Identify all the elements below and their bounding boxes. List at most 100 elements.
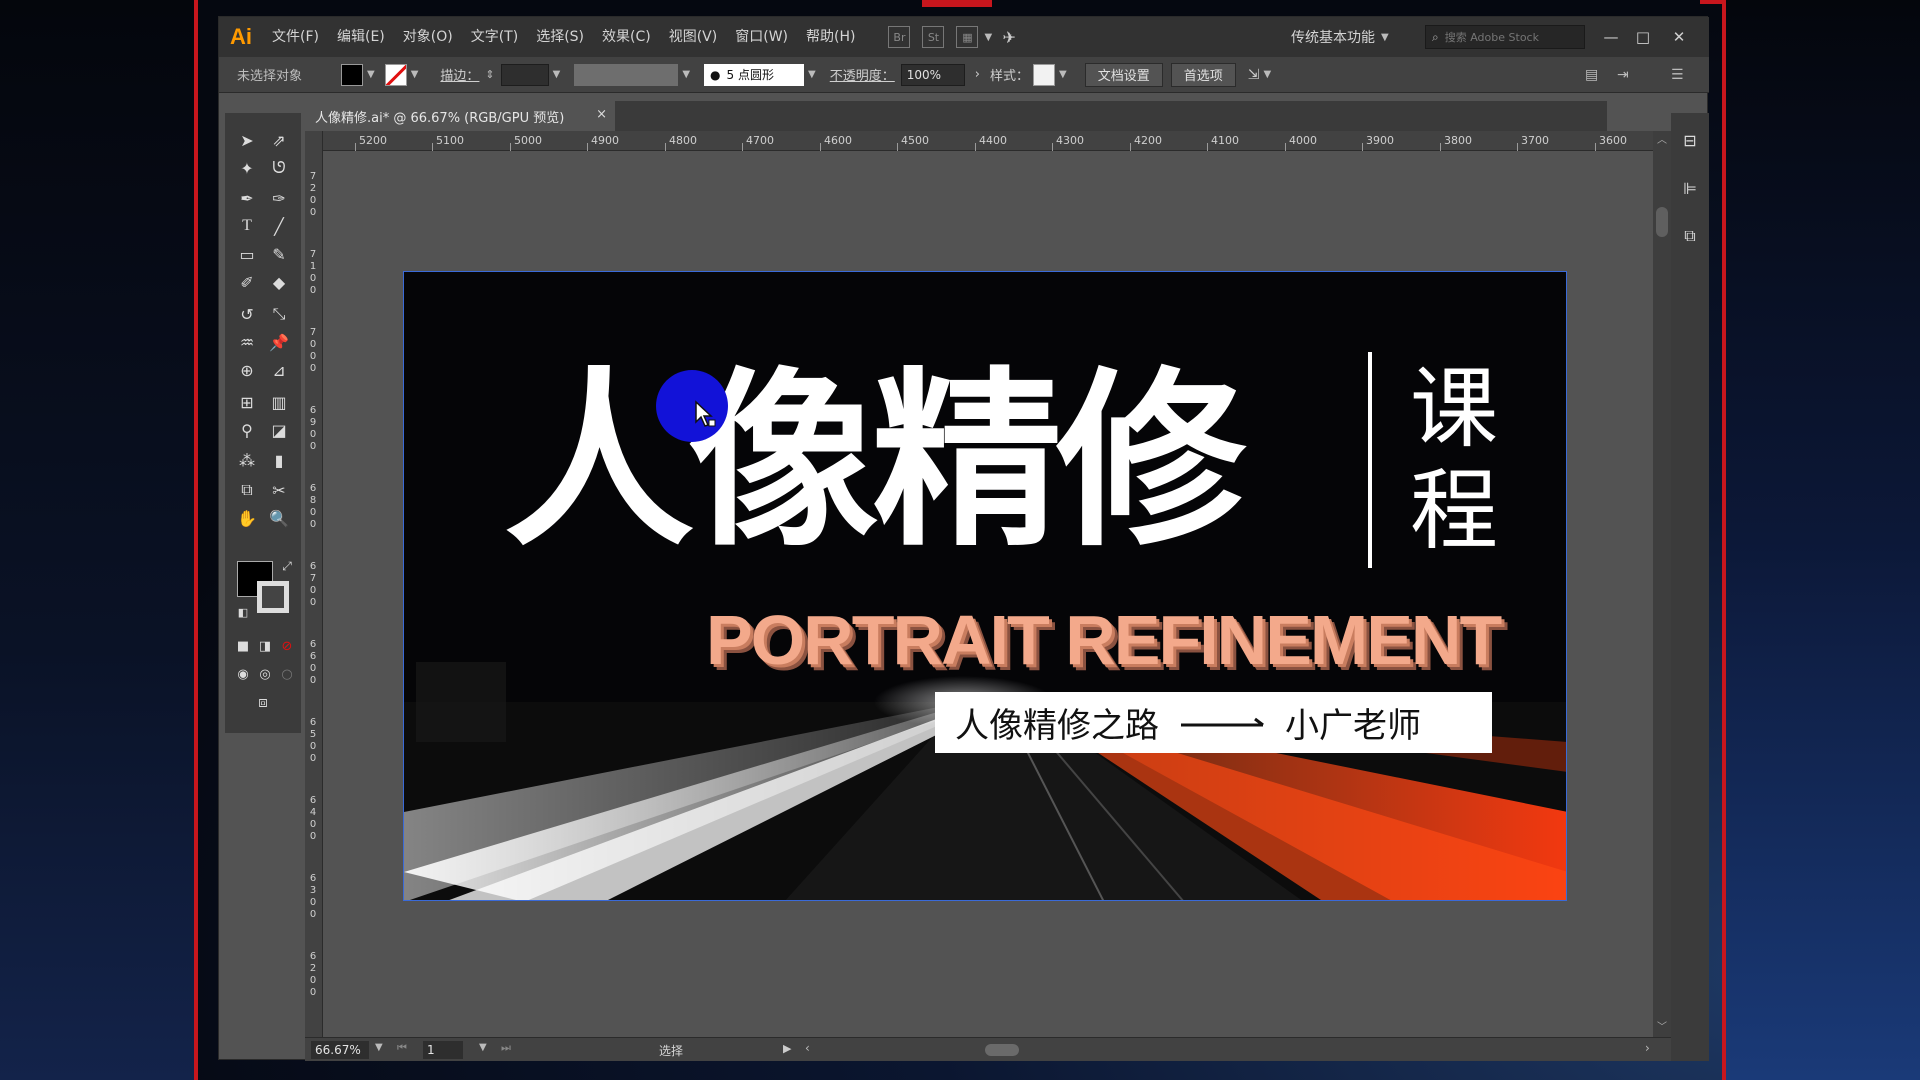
- artboard[interactable]: 人像精修 课 程 PORTRAIT REFINEMENT 人像精修之路 小广老师: [403, 271, 1567, 901]
- opacity-label[interactable]: 不透明度：: [830, 65, 895, 84]
- menu-type[interactable]: 文字(T): [462, 17, 527, 57]
- warp-tool-icon[interactable]: ♒: [233, 329, 261, 355]
- stock-search-box[interactable]: ⌕: [1425, 25, 1585, 49]
- zoom-tool-icon[interactable]: 🔍: [265, 505, 293, 531]
- stock-search-input[interactable]: [1444, 30, 1570, 44]
- scroll-up-icon[interactable]: ︿: [1657, 131, 1667, 146]
- rectangle-tool-icon[interactable]: ▭: [233, 241, 261, 267]
- screen-mode-icon[interactable]: ⧈: [249, 689, 277, 715]
- rotate-tool-icon[interactable]: ↺: [233, 301, 261, 327]
- panel-menu-icon[interactable]: ☰: [1671, 67, 1684, 83]
- opacity-field[interactable]: 100%: [900, 63, 965, 86]
- chevron-down-icon[interactable]: ▼: [1059, 69, 1067, 80]
- pen-tool-icon[interactable]: ✒: [233, 185, 261, 211]
- graphic-style-swatch[interactable]: [1032, 63, 1055, 86]
- distribute-icon[interactable]: ⇥: [1617, 67, 1629, 83]
- stroke-stepper-icon[interactable]: ⇕: [485, 68, 494, 81]
- transform-icon[interactable]: ⇲: [1248, 67, 1260, 83]
- draw-inside-icon[interactable]: ○: [273, 661, 301, 687]
- artwork-side-title[interactable]: 课 程: [1410, 358, 1520, 562]
- lasso-tool-icon[interactable]: ᘎ: [265, 155, 293, 181]
- workspace-switcher[interactable]: 传统基本功能 ▼: [1291, 17, 1389, 57]
- menu-help[interactable]: 帮助(H): [797, 17, 864, 57]
- gpu-performance-icon[interactable]: ✈: [998, 26, 1020, 48]
- eyedropper-tool-icon[interactable]: ⚲: [233, 417, 261, 443]
- scroll-right-icon[interactable]: ›: [1645, 1041, 1650, 1055]
- close-tab-icon[interactable]: ×: [596, 107, 607, 122]
- stroke-weight-field[interactable]: [500, 63, 549, 86]
- shape-builder-tool-icon[interactable]: ⊕: [233, 357, 261, 383]
- scale-tool-icon[interactable]: ⤡: [265, 301, 293, 327]
- swap-fill-stroke-icon[interactable]: ⤢: [273, 553, 301, 579]
- paintbrush-tool-icon[interactable]: ✎: [265, 241, 293, 267]
- perspective-grid-tool-icon[interactable]: ⊿: [265, 357, 293, 383]
- magic-wand-tool-icon[interactable]: ✦: [233, 155, 261, 181]
- artwork-main-title[interactable]: 人像精修: [504, 346, 1294, 576]
- close-window-button[interactable]: ✕: [1667, 25, 1691, 49]
- chevron-down-icon[interactable]: ▼: [984, 32, 992, 43]
- chevron-down-icon[interactable]: ▼: [553, 69, 561, 80]
- menu-view[interactable]: 视图(V): [660, 17, 727, 57]
- menu-window[interactable]: 窗口(W): [726, 17, 797, 57]
- eraser-tool-icon[interactable]: ◆: [265, 269, 293, 295]
- menu-edit[interactable]: 编辑(E): [328, 17, 394, 57]
- none-mode-icon[interactable]: ⊘: [273, 633, 301, 659]
- libraries-icon[interactable]: ⊟: [1676, 127, 1704, 153]
- slice-tool-icon[interactable]: ✂: [265, 477, 293, 503]
- chevron-down-icon[interactable]: ▼: [367, 69, 375, 80]
- variable-width-profile[interactable]: [574, 63, 679, 86]
- preferences-button[interactable]: 首选项: [1170, 62, 1236, 87]
- stroke-label[interactable]: 描边：: [440, 65, 479, 84]
- curvature-tool-icon[interactable]: ✑: [265, 185, 293, 211]
- stroke-color-box[interactable]: [257, 581, 289, 613]
- blend-tool-icon[interactable]: ◪: [265, 417, 293, 443]
- play-icon[interactable]: ▶: [783, 1042, 791, 1055]
- bridge-icon[interactable]: Br: [888, 26, 911, 48]
- artboard-tool-icon[interactable]: ⧉: [233, 477, 261, 503]
- document-setup-button[interactable]: 文档设置: [1084, 62, 1163, 87]
- hand-tool-icon[interactable]: ✋: [233, 505, 261, 531]
- current-tool-status[interactable]: 选择: [659, 1042, 683, 1059]
- maximize-button[interactable]: □: [1631, 25, 1655, 49]
- fill-swatch[interactable]: [341, 63, 363, 86]
- selection-tool-icon[interactable]: ➤: [233, 127, 261, 153]
- align-icon[interactable]: ▤: [1585, 67, 1598, 83]
- line-tool-icon[interactable]: ╱: [265, 213, 293, 239]
- chevron-right-icon[interactable]: ›: [975, 67, 980, 82]
- pathfinder-icon[interactable]: ⧉: [1676, 223, 1704, 249]
- type-tool-icon[interactable]: T: [233, 213, 261, 239]
- arrange-documents-icon[interactable]: ▦: [956, 26, 979, 48]
- vertical-scroll-thumb[interactable]: [1656, 207, 1668, 237]
- symbol-sprayer-tool-icon[interactable]: ⁂: [233, 447, 261, 473]
- artboard-number-field[interactable]: 1: [423, 1041, 463, 1059]
- chevron-down-icon[interactable]: ▼: [1263, 69, 1271, 80]
- direct-selection-tool-icon[interactable]: ⇗: [265, 127, 293, 153]
- chevron-down-icon[interactable]: ▼: [682, 69, 690, 80]
- puppet-warp-tool-icon[interactable]: 📌: [265, 329, 293, 355]
- artwork-subtitle-strip[interactable]: 人像精修之路 小广老师: [935, 692, 1492, 753]
- mesh-tool-icon[interactable]: ⊞: [233, 389, 261, 415]
- chevron-down-icon[interactable]: ▼: [375, 1042, 383, 1053]
- stock-icon[interactable]: St: [922, 26, 945, 48]
- document-tab[interactable]: 人像精修.ai* @ 66.67% (RGB/GPU 预览) ×: [305, 101, 615, 131]
- column-graph-tool-icon[interactable]: ▮: [265, 447, 293, 473]
- gradient-tool-icon[interactable]: ▥: [265, 389, 293, 415]
- chevron-down-icon[interactable]: ▼: [411, 69, 419, 80]
- minimize-button[interactable]: —: [1599, 25, 1623, 49]
- last-artboard-icon[interactable]: ⏭: [501, 1041, 511, 1055]
- menu-object[interactable]: 对象(O): [394, 17, 462, 57]
- menu-select[interactable]: 选择(S): [527, 17, 593, 57]
- stroke-swatch[interactable]: [384, 63, 407, 86]
- scroll-down-icon[interactable]: ﹀: [1657, 1018, 1667, 1033]
- default-colors-icon[interactable]: ◧: [229, 599, 257, 625]
- menu-file[interactable]: 文件(F): [263, 17, 328, 57]
- menu-effect[interactable]: 效果(C): [593, 17, 660, 57]
- artwork-english-title[interactable]: PORTRAIT REFINEMENT: [706, 600, 1526, 680]
- canvas-area[interactable]: 人像精修 课 程 PORTRAIT REFINEMENT 人像精修之路 小广老师: [323, 151, 1653, 1037]
- horizontal-scroll-thumb[interactable]: [985, 1044, 1019, 1056]
- first-artboard-icon[interactable]: ⏮: [397, 1041, 407, 1055]
- scroll-left-icon[interactable]: ‹: [805, 1041, 810, 1055]
- vertical-scrollbar[interactable]: ︿ ﹀: [1653, 131, 1671, 1037]
- brush-definition[interactable]: ● 5 点圆形: [704, 63, 805, 86]
- shaper-tool-icon[interactable]: ✐: [233, 269, 261, 295]
